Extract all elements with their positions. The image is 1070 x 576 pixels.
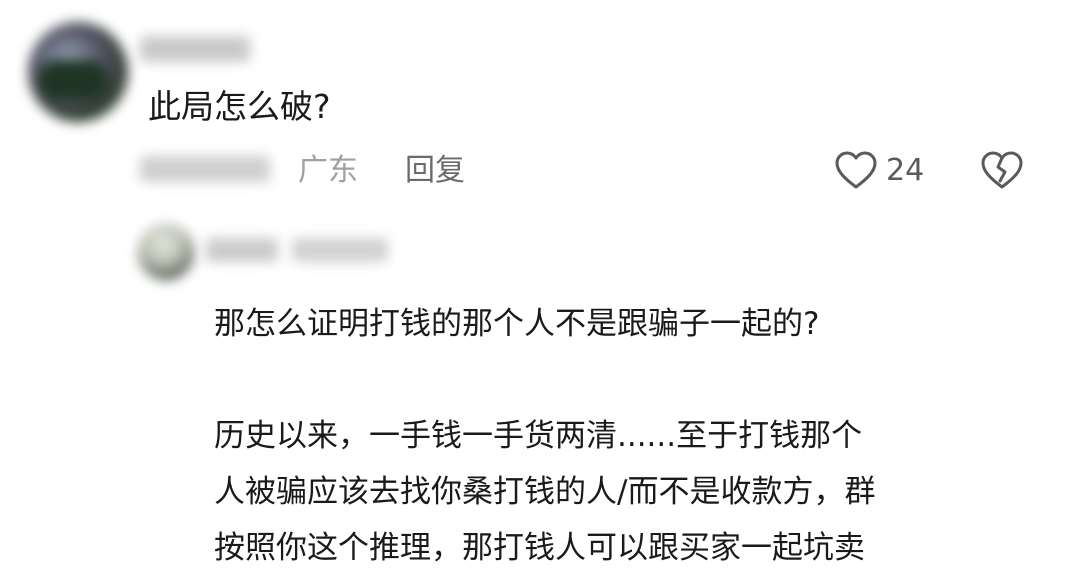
replier-name-blurred[interactable] <box>206 238 278 262</box>
reply-button[interactable]: 回复 <box>405 156 465 186</box>
reply-line: 按照你这个推理，那打钱人可以跟买家一起坑卖 <box>214 530 865 566</box>
like-count: 24 <box>886 153 925 188</box>
heart-outline-icon[interactable] <box>834 150 878 190</box>
reply-line: 人被骗应该去找你桑打钱的人/而不是收款方，群 <box>214 474 876 510</box>
replier-avatar[interactable] <box>138 224 194 280</box>
reply-line: 那怎么证明打钱的那个人不是跟骗子一起的? <box>214 306 820 342</box>
comment-location: 广东 <box>298 153 358 188</box>
commenter-name-blurred[interactable] <box>140 36 250 62</box>
comment-date-blurred <box>140 156 270 182</box>
commenter-avatar[interactable] <box>28 22 128 122</box>
comment-text: 此局怎么破? <box>148 87 331 126</box>
reply-line: 历史以来，一手钱一手货两清......至于打钱那个 <box>214 418 863 454</box>
broken-heart-icon[interactable] <box>980 150 1024 190</box>
reply-text: 那怎么证明打钱的那个人不是跟骗子一起的? 历史以来，一手钱一手货两清......… <box>214 296 875 576</box>
reply-meta-blurred <box>292 238 388 262</box>
